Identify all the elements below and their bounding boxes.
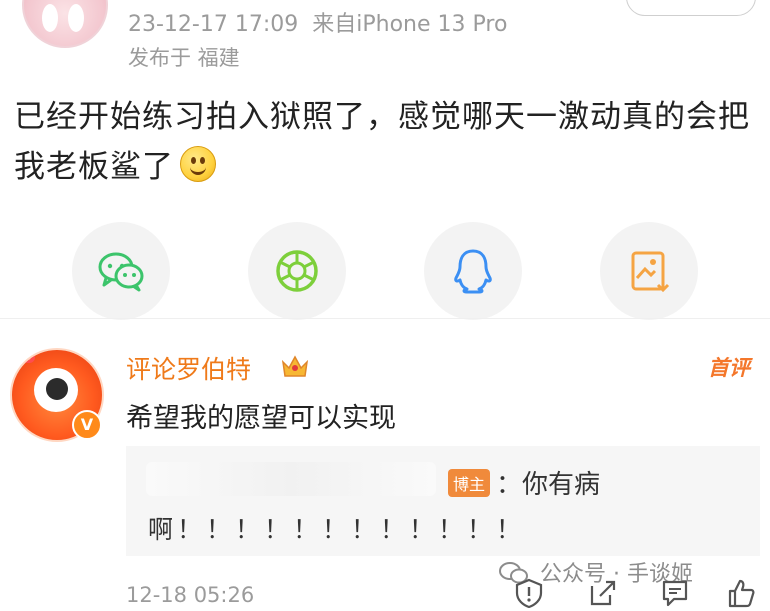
post-meta: 23-12-17 17:09 来自iPhone 13 Pro bbox=[128, 6, 521, 38]
blurred-username bbox=[146, 462, 436, 496]
smile-emoji-icon bbox=[180, 146, 216, 182]
avatar-ear-left bbox=[42, 4, 58, 32]
crown-icon bbox=[281, 355, 309, 377]
share-save-image-button[interactable] bbox=[600, 222, 698, 320]
verified-badge-icon: V bbox=[72, 410, 102, 440]
post-content-text: 已经开始练习拍入狱照了，感觉哪天一激动真的会把我老板鲨了 bbox=[14, 99, 750, 185]
reply-text: ：你有病 bbox=[496, 470, 601, 500]
wechat-icon bbox=[98, 252, 144, 292]
report-icon[interactable] bbox=[514, 578, 544, 608]
share-wechat-button[interactable] bbox=[72, 222, 170, 320]
first-comment-badge: 首评 bbox=[708, 356, 750, 380]
reply-comment-icon[interactable] bbox=[660, 578, 690, 608]
like-icon[interactable] bbox=[726, 578, 756, 608]
share-moments-button[interactable] bbox=[248, 222, 346, 320]
section-divider bbox=[0, 318, 770, 319]
reply-second-line: 啊！！！！！！！！！！！！ bbox=[148, 515, 526, 544]
avatar-pupil bbox=[46, 378, 68, 400]
post-location: 发布于 福建 bbox=[128, 46, 240, 70]
author-tag-badge: 博主 bbox=[448, 469, 491, 497]
comment-text: 希望我的愿望可以实现 bbox=[126, 403, 396, 434]
avatar-ear-right bbox=[68, 4, 84, 32]
follow-button[interactable] bbox=[626, 0, 756, 16]
post-source: 来自iPhone 13 Pro bbox=[312, 12, 508, 37]
qq-icon bbox=[454, 249, 492, 294]
share-qq-button[interactable] bbox=[424, 222, 522, 320]
comment-time: 12-18 05:26 bbox=[126, 583, 255, 607]
avatar-badge: 99 bbox=[16, 352, 35, 363]
post-timestamp: 23-12-17 17:09 bbox=[128, 12, 299, 37]
author-avatar[interactable] bbox=[22, 0, 108, 48]
commenter-name[interactable]: 评论罗伯特 bbox=[126, 350, 251, 386]
post-content: 已经开始练习拍入狱照了，感觉哪天一激动真的会把我老板鲨了 bbox=[14, 92, 759, 192]
moments-icon bbox=[276, 250, 318, 292]
save-image-icon bbox=[631, 251, 670, 293]
share-comment-icon[interactable] bbox=[588, 578, 618, 608]
